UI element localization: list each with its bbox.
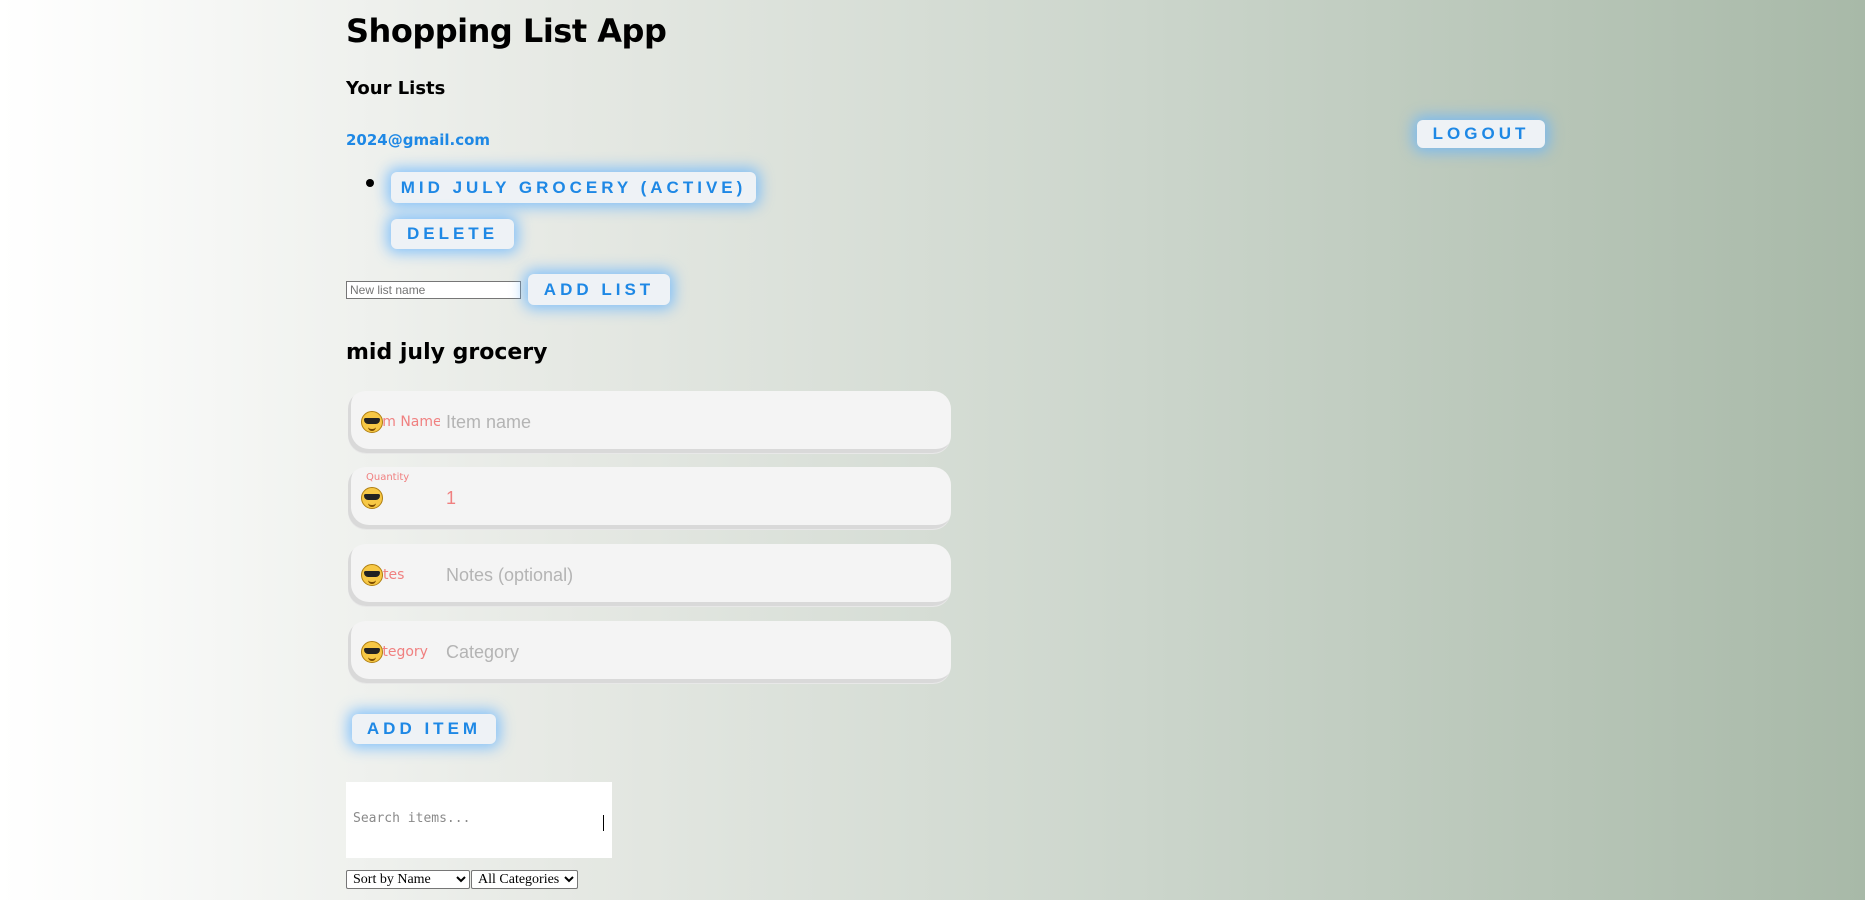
quantity-input[interactable] [446,485,926,511]
list-select-button[interactable]: MID JULY GROCERY (ACTIVE) [391,172,756,203]
category-field[interactable]: Category [348,621,951,683]
notes-input[interactable] [446,562,926,588]
category-filter-select[interactable]: All Categories [471,870,578,889]
category-input[interactable] [446,639,926,665]
sunglasses-emoji-icon [361,487,383,509]
delete-list-button[interactable]: DELETE [391,219,514,249]
notes-field[interactable]: Notes [348,544,951,606]
sunglasses-emoji-icon [361,564,383,586]
item-name-input[interactable] [446,409,926,435]
search-input[interactable] [353,808,573,828]
search-box [346,782,612,858]
logout-button[interactable]: LOGOUT [1417,120,1545,148]
text-cursor [603,815,604,831]
list-bullet [366,179,374,187]
user-email: 2024@gmail.com [346,131,491,149]
sort-select[interactable]: Sort by Name [346,870,470,889]
active-list-title: mid july grocery [346,340,548,365]
quantity-field[interactable]: Quantity [348,467,951,529]
add-list-button[interactable]: ADD LIST [528,274,670,305]
quantity-label: Quantity [366,472,410,483]
sunglasses-emoji-icon [361,641,383,663]
new-list-input[interactable] [346,281,521,299]
lists-heading: Your Lists [346,78,446,99]
sunglasses-emoji-icon [361,411,383,433]
add-item-button[interactable]: ADD ITEM [352,714,496,744]
app-title: Shopping List App [346,12,667,50]
item-name-field[interactable]: Item Name [348,391,951,453]
